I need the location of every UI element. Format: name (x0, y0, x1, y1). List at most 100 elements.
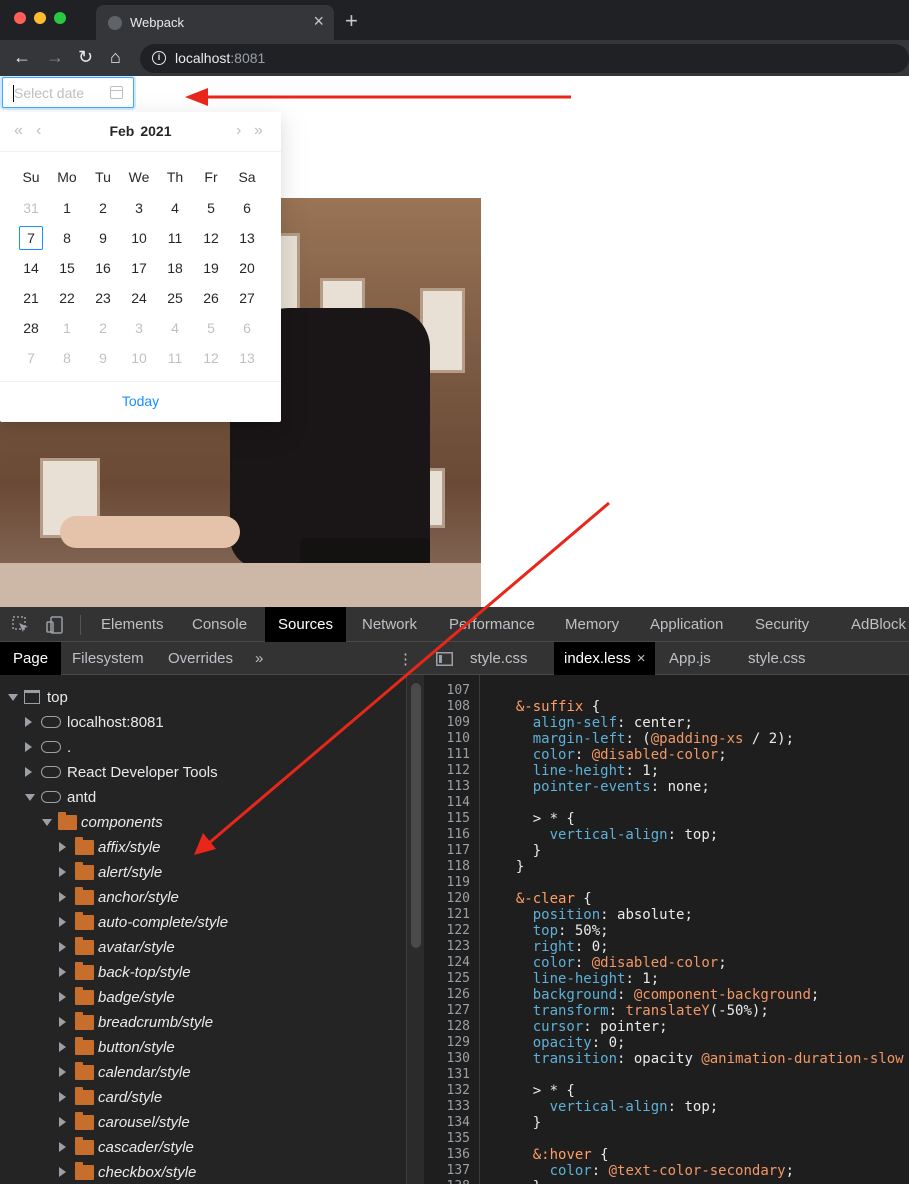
day-cell[interactable]: 3 (127, 316, 151, 340)
day-cell[interactable]: 27 (235, 286, 259, 310)
maximize-window-button[interactable] (54, 12, 66, 24)
tab-elements[interactable]: Elements (101, 616, 164, 633)
day-cell[interactable]: 8 (55, 226, 79, 250)
file-tab[interactable]: App.js (669, 650, 711, 667)
collapsed-arrow-icon[interactable] (59, 1042, 66, 1052)
collapsed-arrow-icon[interactable] (59, 1167, 66, 1177)
minimize-window-button[interactable] (34, 12, 46, 24)
day-cell[interactable]: 7 (19, 346, 43, 370)
day-cell[interactable]: 2 (91, 316, 115, 340)
info-icon[interactable]: i (152, 51, 166, 65)
collapsed-arrow-icon[interactable] (59, 1142, 66, 1152)
day-cell[interactable]: 13 (235, 346, 259, 370)
tab-security[interactable]: Security (755, 616, 809, 633)
tree-item[interactable]: breadcrumb/style (0, 1010, 406, 1035)
collapsed-arrow-icon[interactable] (59, 1067, 66, 1077)
tree-item[interactable]: antd (0, 785, 406, 810)
day-cell[interactable]: 5 (199, 196, 223, 220)
tree-item[interactable]: . (0, 735, 406, 760)
home-icon[interactable]: ⌂ (110, 47, 121, 67)
inspect-icon[interactable] (12, 616, 30, 634)
day-cell[interactable]: 1 (55, 196, 79, 220)
day-cell[interactable]: 6 (235, 196, 259, 220)
forward-icon[interactable]: → (46, 47, 64, 67)
super-next-icon[interactable]: » (254, 122, 263, 140)
tab-close-icon[interactable]: × (313, 11, 324, 32)
more-tabs-icon[interactable]: » (255, 650, 263, 667)
device-toggle-icon[interactable] (46, 616, 64, 634)
tab-memory[interactable]: Memory (565, 616, 619, 633)
tab-adblock[interactable]: AdBlock (851, 616, 906, 633)
tab-application[interactable]: Application (650, 616, 723, 633)
month-button[interactable]: Feb (109, 123, 134, 139)
day-cell-today[interactable]: 7 (19, 226, 43, 250)
tab-network[interactable]: Network (362, 616, 417, 633)
day-cell[interactable]: 10 (127, 226, 151, 250)
date-picker-input[interactable]: Select date (2, 77, 134, 108)
address-bar[interactable]: i localhost:8081 (140, 44, 909, 73)
day-cell[interactable]: 15 (55, 256, 79, 280)
tree-item[interactable]: anchor/style (0, 885, 406, 910)
file-tab[interactable]: index.less × (554, 642, 656, 675)
day-cell[interactable]: 19 (199, 256, 223, 280)
back-icon[interactable]: ← (13, 47, 31, 67)
collapsed-arrow-icon[interactable] (25, 717, 32, 727)
collapsed-arrow-icon[interactable] (59, 917, 66, 927)
collapsed-arrow-icon[interactable] (59, 842, 66, 852)
tab-sources[interactable]: Sources (265, 607, 347, 642)
expanded-arrow-icon[interactable] (25, 794, 35, 801)
close-window-button[interactable] (14, 12, 26, 24)
day-cell[interactable]: 13 (235, 226, 259, 250)
file-tab-close-icon[interactable]: × (637, 650, 646, 667)
tree-item[interactable]: carousel/style (0, 1110, 406, 1135)
code-editor[interactable]: 107 108 &-suffix {109 align-self: center;… (424, 675, 909, 1184)
day-cell[interactable]: 26 (199, 286, 223, 310)
toggle-navigator-icon[interactable] (436, 652, 453, 666)
next-month-icon[interactable]: › (236, 122, 241, 140)
scrollbar-thumb[interactable] (411, 683, 421, 948)
day-cell[interactable]: 28 (19, 316, 43, 340)
day-cell[interactable]: 17 (127, 256, 151, 280)
calendar-icon[interactable] (110, 86, 123, 99)
day-cell[interactable]: 24 (127, 286, 151, 310)
tree-item[interactable]: button/style (0, 1035, 406, 1060)
tab-console[interactable]: Console (192, 616, 247, 633)
browser-tab[interactable]: Webpack × (96, 5, 334, 40)
expanded-arrow-icon[interactable] (8, 694, 18, 701)
tree-item[interactable]: back-top/style (0, 960, 406, 985)
tree-item[interactable]: alert/style (0, 860, 406, 885)
tree-item[interactable]: top (0, 685, 406, 710)
kebab-menu-icon[interactable]: ⋮ (398, 650, 413, 668)
collapsed-arrow-icon[interactable] (59, 1092, 66, 1102)
day-cell[interactable]: 31 (19, 196, 43, 220)
navigator-tab-page[interactable]: Page (0, 642, 62, 675)
tree-item[interactable]: cascader/style (0, 1135, 406, 1160)
day-cell[interactable]: 9 (91, 346, 115, 370)
day-cell[interactable]: 21 (19, 286, 43, 310)
day-cell[interactable]: 6 (235, 316, 259, 340)
collapsed-arrow-icon[interactable] (25, 742, 32, 752)
day-cell[interactable]: 14 (19, 256, 43, 280)
tree-scrollbar[interactable] (406, 675, 424, 1184)
day-cell[interactable]: 2 (91, 196, 115, 220)
collapsed-arrow-icon[interactable] (59, 992, 66, 1002)
tree-item[interactable]: affix/style (0, 835, 406, 860)
tree-item[interactable]: localhost:8081 (0, 710, 406, 735)
tree-item[interactable]: checkbox/style (0, 1160, 406, 1184)
day-cell[interactable]: 12 (199, 346, 223, 370)
day-cell[interactable]: 3 (127, 196, 151, 220)
day-cell[interactable]: 11 (163, 346, 187, 370)
collapsed-arrow-icon[interactable] (59, 892, 66, 902)
new-tab-button[interactable]: + (345, 8, 358, 34)
day-cell[interactable]: 25 (163, 286, 187, 310)
day-cell[interactable]: 11 (163, 226, 187, 250)
collapsed-arrow-icon[interactable] (25, 767, 32, 777)
day-cell[interactable]: 4 (163, 196, 187, 220)
collapsed-arrow-icon[interactable] (59, 967, 66, 977)
expanded-arrow-icon[interactable] (42, 819, 52, 826)
tree-item[interactable]: card/style (0, 1085, 406, 1110)
file-tab[interactable]: style.css (470, 650, 528, 667)
collapsed-arrow-icon[interactable] (59, 1017, 66, 1027)
tree-item[interactable]: avatar/style (0, 935, 406, 960)
day-cell[interactable]: 10 (127, 346, 151, 370)
